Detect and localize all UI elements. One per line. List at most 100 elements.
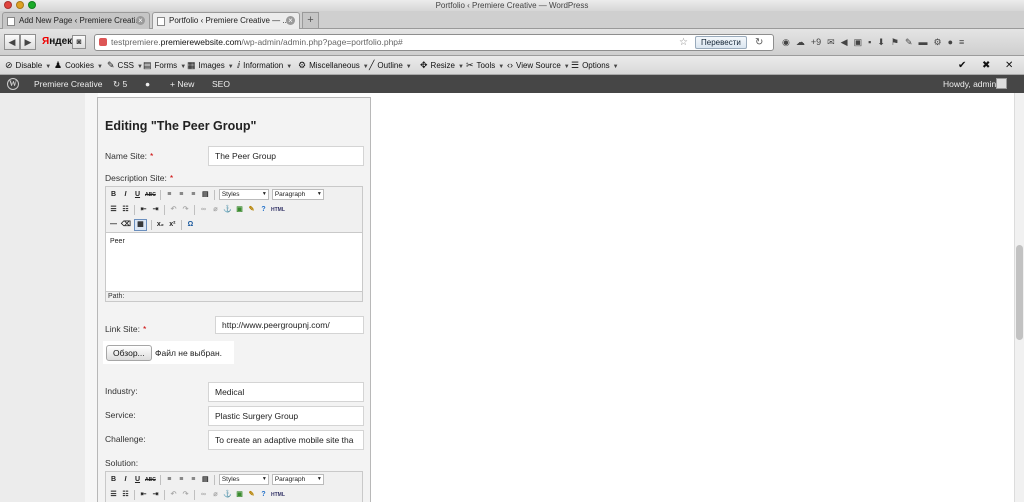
dev-resize-menu[interactable]: ✥ Resize ▼: [420, 56, 464, 77]
name-site-input[interactable]: The Peer Group: [208, 146, 364, 166]
howdy-link[interactable]: Howdy, admin: [943, 75, 996, 93]
outdent-icon[interactable]: ⇤: [139, 205, 148, 215]
extension-icon[interactable]: ▬: [918, 37, 927, 48]
html-button[interactable]: HTML: [271, 205, 285, 215]
download-icon[interactable]: ⬇: [877, 37, 885, 48]
close-tab-icon[interactable]: ×: [136, 16, 145, 25]
site-name-link[interactable]: Premiere Creative: [34, 75, 103, 93]
translate-button[interactable]: Перевести: [695, 36, 747, 49]
outdent-icon[interactable]: ⇤: [139, 490, 148, 500]
link-icon[interactable]: ∞: [199, 490, 208, 500]
undo-icon[interactable]: ↶: [169, 490, 178, 500]
extension-icon[interactable]: ▣: [854, 37, 863, 48]
visual-aid-icon[interactable]: ▦: [133, 218, 147, 231]
dev-css-menu[interactable]: ✎ CSS ▼: [107, 56, 143, 77]
unlink-icon[interactable]: ⌀: [211, 490, 220, 500]
help-icon[interactable]: ?: [259, 490, 268, 500]
extension-icon[interactable]: ●: [948, 37, 953, 48]
back-button[interactable]: ◀: [4, 34, 20, 50]
extension-icon[interactable]: ◉: [782, 37, 790, 48]
description-text-area[interactable]: Peer: [106, 232, 362, 292]
image-icon[interactable]: ▣: [235, 205, 244, 215]
close-icon[interactable]: ✕: [1005, 56, 1013, 75]
indent-icon[interactable]: ⇥: [151, 490, 160, 500]
avatar[interactable]: [996, 78, 1007, 89]
align-justify-icon[interactable]: ▤: [201, 475, 210, 485]
seo-link[interactable]: SEO: [212, 75, 230, 93]
tab-portfolio[interactable]: Portfolio ‹ Premiere Creative — ... ×: [152, 12, 300, 29]
align-center-icon[interactable]: ≡: [177, 475, 186, 485]
numbered-list-icon[interactable]: ☷: [121, 205, 130, 215]
align-right-icon[interactable]: ≡: [189, 190, 198, 200]
dev-images-menu[interactable]: ▦ Images ▼: [187, 56, 234, 77]
align-left-icon[interactable]: ≡: [165, 475, 174, 485]
dev-tools-menu[interactable]: ✂ Tools ▼: [466, 56, 504, 77]
extension-icon[interactable]: ✎: [905, 37, 913, 48]
weather-icon[interactable]: ☁: [796, 37, 805, 48]
new-tab-button[interactable]: +: [302, 12, 319, 28]
minimize-window-button[interactable]: [16, 1, 24, 9]
indent-icon[interactable]: ⇥: [151, 205, 160, 215]
wordpress-logo-icon[interactable]: W: [7, 78, 19, 90]
bold-button[interactable]: B: [109, 190, 118, 200]
dev-miscellaneous-menu[interactable]: ⚙ Miscellaneous ▼: [298, 56, 369, 77]
anchor-icon[interactable]: ⚓: [223, 490, 232, 500]
strikethrough-button[interactable]: ABC: [145, 475, 156, 485]
paragraph-select[interactable]: Paragraph ▼: [271, 474, 324, 485]
redo-icon[interactable]: ↷: [181, 205, 190, 215]
align-center-icon[interactable]: ≡: [177, 190, 186, 200]
industry-input[interactable]: Medical: [208, 382, 364, 402]
extension-icon[interactable]: ▪: [868, 37, 871, 48]
paragraph-select[interactable]: Paragraph ▼: [271, 189, 324, 200]
comment-icon[interactable]: ●: [145, 75, 150, 93]
sound-icon[interactable]: ◀: [841, 37, 848, 48]
unlink-icon[interactable]: ⌀: [211, 205, 220, 215]
numbered-list-icon[interactable]: ☷: [121, 490, 130, 500]
remove-format-icon[interactable]: ⌫: [121, 220, 131, 230]
italic-button[interactable]: I: [121, 475, 130, 485]
dev-disable-menu[interactable]: ⊘ Disable ▼: [5, 56, 51, 77]
bullet-list-icon[interactable]: ☰: [109, 205, 118, 215]
image-icon[interactable]: ▣: [235, 490, 244, 500]
cleanup-icon[interactable]: ✎: [247, 205, 256, 215]
italic-button[interactable]: I: [121, 190, 130, 200]
updates-link[interactable]: ↻ 5: [113, 75, 127, 93]
align-left-icon[interactable]: ≡: [165, 190, 174, 200]
strikethrough-button[interactable]: ABC: [145, 190, 156, 200]
new-content-link[interactable]: + New: [170, 75, 194, 93]
dev-information-menu[interactable]: ⅈ Information ▼: [237, 56, 292, 77]
underline-button[interactable]: U: [133, 190, 142, 200]
bookmark-star-icon[interactable]: ☆: [679, 35, 688, 50]
tab-add-new-page[interactable]: Add New Page ‹ Premiere Creati... ×: [2, 12, 150, 29]
dev-cookies-menu[interactable]: ♟ Cookies ▼: [54, 56, 103, 77]
checkmark-icon[interactable]: ✔: [958, 56, 966, 75]
extension-badge[interactable]: +9: [811, 37, 821, 48]
align-right-icon[interactable]: ≡: [189, 475, 198, 485]
camera-icon[interactable]: ◙: [72, 35, 86, 49]
html-button[interactable]: HTML: [271, 490, 285, 500]
zoom-window-button[interactable]: [28, 1, 36, 9]
dev-options-menu[interactable]: ☰ Options ▼: [571, 56, 619, 77]
underline-button[interactable]: U: [133, 475, 142, 485]
link-icon[interactable]: ∞: [199, 205, 208, 215]
scrollbar-thumb[interactable]: [1016, 245, 1023, 340]
menu-icon[interactable]: ≡: [959, 37, 964, 48]
align-justify-icon[interactable]: ▤: [201, 190, 210, 200]
horizontal-rule-icon[interactable]: —: [109, 220, 118, 230]
help-icon[interactable]: ?: [259, 205, 268, 215]
subscript-icon[interactable]: x₂: [156, 220, 165, 230]
reload-icon[interactable]: ↻: [755, 35, 763, 50]
cleanup-icon[interactable]: ✎: [247, 490, 256, 500]
anchor-icon[interactable]: ⚓: [223, 205, 232, 215]
link-site-input[interactable]: http://www.peergroupnj.com/: [215, 316, 364, 334]
close-tab-icon[interactable]: ×: [286, 16, 295, 25]
dev-outline-menu[interactable]: ╱ Outline ▼: [369, 56, 412, 77]
extension-icon[interactable]: ⚑: [891, 37, 899, 48]
close-icon[interactable]: ✖: [982, 56, 990, 75]
bullet-list-icon[interactable]: ☰: [109, 490, 118, 500]
superscript-icon[interactable]: x²: [168, 220, 177, 230]
mail-icon[interactable]: ✉: [827, 37, 835, 48]
special-char-icon[interactable]: Ω: [186, 220, 195, 230]
forward-button[interactable]: ▶: [20, 34, 36, 50]
redo-icon[interactable]: ↷: [181, 490, 190, 500]
